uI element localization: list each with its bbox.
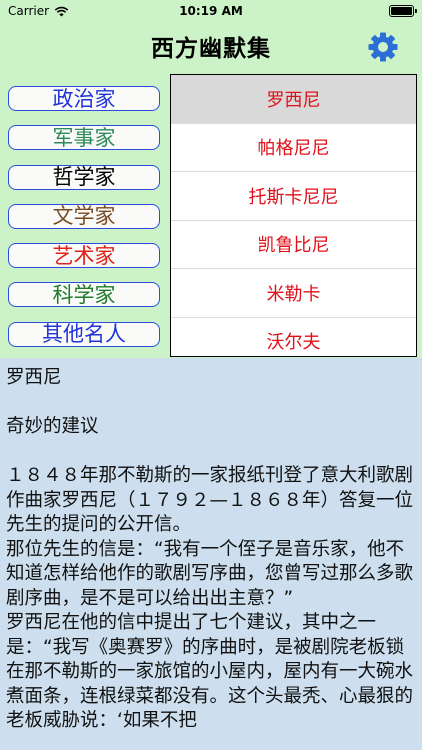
person-item[interactable]: 帕格尼尼 (171, 124, 416, 172)
person-item[interactable]: 米勒卡 (171, 269, 416, 318)
person-item[interactable]: 罗西尼 (171, 75, 416, 124)
category-artists-button[interactable]: 艺术家 (8, 243, 160, 269)
story-paragraph: １８４８年那不勒斯的一家报纸刊登了意大利歌剧作曲家罗西尼（１７９２—１８６８年）… (6, 465, 414, 535)
category-politicians-button[interactable]: 政治家 (8, 86, 160, 111)
page-title: 西方幽默集 (151, 36, 271, 62)
person-item[interactable]: 托斯卡尼尼 (171, 172, 416, 221)
settings-button[interactable] (366, 30, 400, 64)
category-other-button[interactable]: 其他名人 (8, 321, 160, 347)
story-title: 奇妙的建议 (6, 416, 99, 437)
category-scientists-button[interactable]: 科学家 (8, 282, 160, 308)
gear-icon (368, 32, 398, 62)
category-writers-button[interactable]: 文学家 (8, 203, 160, 229)
status-left: Carrier (8, 4, 69, 18)
story-paragraph: 那位先生的信是：“我有一个侄子是音乐家，他不知道怎样给他作的歌剧写序曲，您曾写过… (6, 538, 414, 609)
category-military-button[interactable]: 军事家 (8, 125, 160, 151)
status-bar: Carrier 10:19 AM (0, 0, 422, 22)
person-item[interactable]: 凯鲁比尼 (171, 221, 416, 269)
battery-icon (389, 5, 417, 17)
wifi-icon (54, 6, 69, 16)
carrier-label: Carrier (8, 4, 50, 18)
person-list[interactable]: 罗西尼 帕格尼尼 托斯卡尼尼 凯鲁比尼 米勒卡 沃尔夫 (170, 74, 417, 357)
category-list: 政治家 军事家 哲学家 文学家 艺术家 科学家 其他名人 (8, 86, 162, 361)
story-text-area[interactable]: 罗西尼 奇妙的建议 １８４８年那不勒斯的一家报纸刊登了意大利歌剧作曲家罗西尼（１… (0, 358, 422, 750)
nav-bar: 西方幽默集 (0, 22, 422, 70)
story-person-name: 罗西尼 (6, 367, 62, 388)
person-item[interactable]: 沃尔夫 (171, 318, 416, 357)
story-paragraph: 罗西尼在他的信中提出了七个建议，其中之一是：“我写《奥赛罗》的序曲时，是被剧院老… (6, 612, 414, 731)
category-philosophers-button[interactable]: 哲学家 (8, 164, 160, 190)
